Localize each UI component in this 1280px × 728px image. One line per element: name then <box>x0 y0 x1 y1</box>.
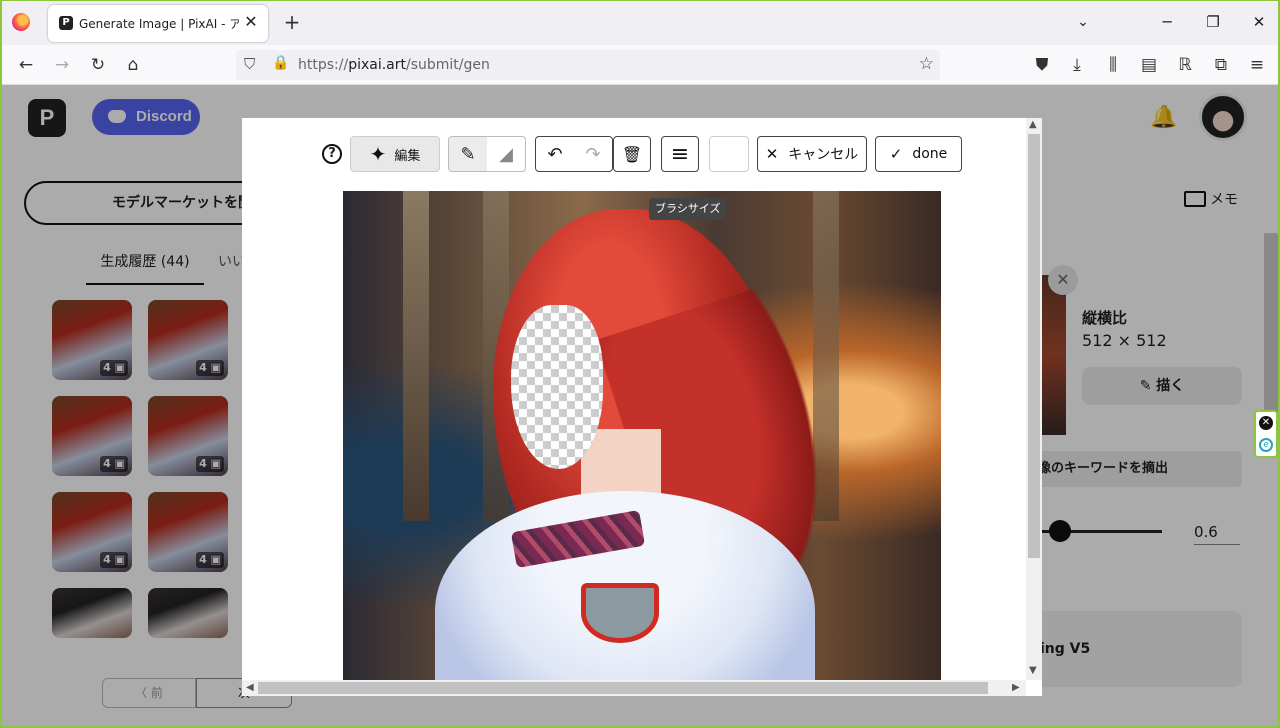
window-close-icon[interactable]: ✕ <box>1246 9 1272 35</box>
scroll-up-icon[interactable]: ▲ <box>1029 119 1037 130</box>
edit-button[interactable]: ✦ 編集 <box>350 136 440 172</box>
pixai-favicon-icon: P <box>59 16 73 30</box>
new-tab-icon[interactable]: + <box>281 11 303 33</box>
navigation-bar: ← → ↻ ⌂ ⛉ 🔒 https://pixai.art/submit/gen… <box>2 45 1278 85</box>
redo-icon[interactable]: ↷ <box>574 137 612 171</box>
extension-floating-panel: ✕ e <box>1254 410 1278 458</box>
brush-size-tooltip: ブラシサイズ <box>649 198 727 220</box>
brush-color-swatch[interactable] <box>709 136 749 172</box>
scroll-right-icon[interactable]: ▶ <box>1012 682 1020 693</box>
character-emblem <box>581 583 659 643</box>
eraser-icon[interactable]: ◢ <box>487 137 525 171</box>
tracking-shield-icon[interactable]: ⛉ <box>244 55 255 73</box>
brush-eraser-toggle: ✎ ◢ <box>448 136 526 172</box>
scroll-down-icon[interactable]: ▼ <box>1029 665 1037 676</box>
pocket-icon[interactable]: ⛊ <box>1030 53 1054 77</box>
undo-icon[interactable]: ↶ <box>536 137 574 171</box>
browser-window: P Generate Image | PixAI - アニメなど ✕ + ⌄ ─… <box>0 0 1280 728</box>
downloads-icon[interactable]: ⤓ <box>1065 53 1089 77</box>
done-label: done <box>912 146 948 162</box>
scroll-left-icon[interactable]: ◀ <box>246 682 254 693</box>
bookmark-star-icon[interactable]: ☆ <box>919 54 934 74</box>
pencil-icon[interactable]: ✎ <box>449 137 487 171</box>
trash-icon[interactable]: 🗑 <box>613 136 651 172</box>
url-path: /submit/gen <box>406 57 490 73</box>
extension-e-icon[interactable]: e <box>1259 438 1273 452</box>
editor-toolbar: ? ✦ 編集 ✎ ◢ ↶ ↷ 🗑 ≡ ✕ キャンセル ✓ done <box>242 134 1026 174</box>
browser-tab[interactable]: P Generate Image | PixAI - アニメなど ✕ <box>48 5 268 42</box>
url-domain: pixai.art <box>348 57 406 73</box>
inpaint-editor-modal: ? ✦ 編集 ✎ ◢ ↶ ↷ 🗑 ≡ ✕ キャンセル ✓ done ブラシサイズ… <box>242 118 1042 696</box>
extension-r-icon[interactable]: ℝ <box>1173 53 1197 77</box>
check-icon: ✓ <box>889 145 903 163</box>
sidebar-icon[interactable]: ▤ <box>1137 53 1161 77</box>
firefox-icon <box>12 13 30 31</box>
tab-title: Generate Image | PixAI - アニメなど <box>79 17 239 31</box>
address-bar[interactable]: ⛉ 🔒 https://pixai.art/submit/gen ☆ <box>236 50 940 80</box>
home-icon[interactable]: ⌂ <box>121 53 145 77</box>
menu-hamburger-icon[interactable]: ≡ <box>1245 53 1269 77</box>
restore-icon[interactable]: ❐ <box>1200 9 1226 35</box>
forward-icon[interactable]: → <box>50 53 74 77</box>
done-button[interactable]: ✓ done <box>875 136 962 172</box>
url-text[interactable]: https://pixai.art/submit/gen <box>298 57 490 73</box>
tab-close-icon[interactable]: ✕ <box>242 13 260 31</box>
cancel-label: キャンセル <box>788 147 859 163</box>
cancel-button[interactable]: ✕ キャンセル <box>757 136 867 172</box>
tab-list-chevron-icon[interactable]: ⌄ <box>1072 11 1094 33</box>
modal-vertical-scrollbar[interactable]: ▲ ▼ <box>1026 118 1042 680</box>
url-prefix: https:// <box>298 57 349 73</box>
background-pillar <box>403 191 429 521</box>
extension-close-icon[interactable]: ✕ <box>1259 416 1273 430</box>
vertical-scroll-thumb[interactable] <box>1028 134 1040 558</box>
modal-horizontal-scrollbar[interactable]: ◀ ▶ <box>242 680 1026 696</box>
edit-label: 編集 <box>394 148 421 164</box>
minimize-icon[interactable]: ─ <box>1154 9 1180 35</box>
tab-strip: P Generate Image | PixAI - アニメなど ✕ + ⌄ ─… <box>2 1 1278 45</box>
library-icon[interactable]: ⫼ <box>1101 53 1125 77</box>
close-icon: ✕ <box>765 145 779 163</box>
horizontal-scroll-thumb[interactable] <box>258 682 988 694</box>
undo-redo-group: ↶ ↷ <box>535 136 613 172</box>
reload-icon[interactable]: ↻ <box>86 53 110 77</box>
erased-mask-region <box>511 305 603 469</box>
lock-icon[interactable]: 🔒 <box>272 55 289 71</box>
back-icon[interactable]: ← <box>14 53 38 77</box>
extensions-puzzle-icon[interactable]: ⧉ <box>1209 53 1233 77</box>
brush-size-menu-icon[interactable]: ≡ <box>661 136 699 172</box>
sparkle-icon: ✦ <box>369 142 387 166</box>
inpaint-canvas[interactable] <box>343 191 941 681</box>
help-icon[interactable]: ? <box>322 144 342 164</box>
